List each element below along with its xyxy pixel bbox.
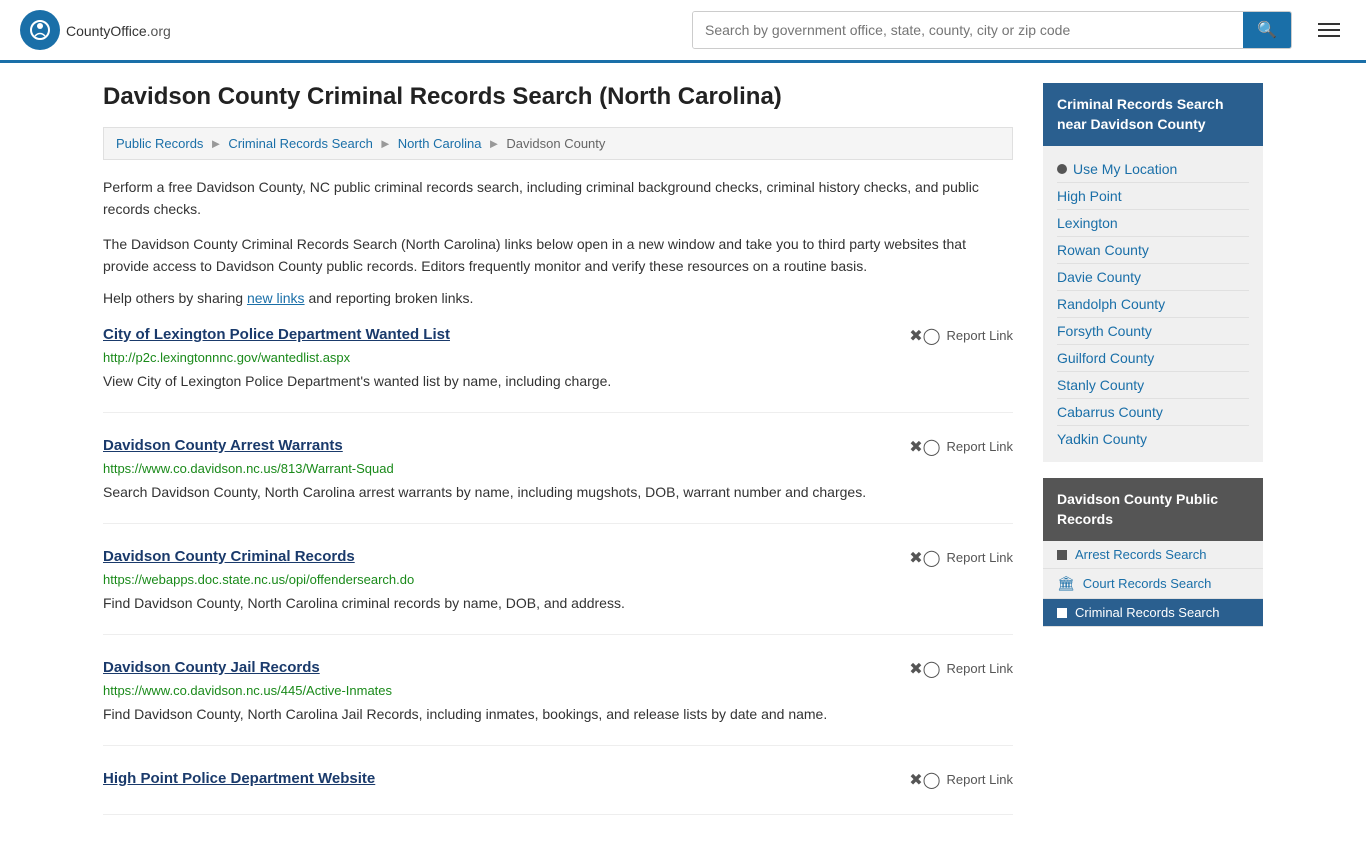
help-text: Help others by sharing new links and rep… xyxy=(103,290,1013,306)
result-title-row: Davidson County Criminal Records ✖◯ Repo… xyxy=(103,548,1013,568)
result-title-row: Davidson County Arrest Warrants ✖◯ Repor… xyxy=(103,437,1013,457)
report-icon: ✖◯ xyxy=(909,326,940,346)
report-link[interactable]: ✖◯ Report Link xyxy=(909,770,1013,790)
breadcrumb: Public Records ► Criminal Records Search… xyxy=(103,127,1013,160)
nearby-link[interactable]: Stanly County xyxy=(1057,372,1249,399)
results-list: City of Lexington Police Department Want… xyxy=(103,326,1013,815)
report-icon: ✖◯ xyxy=(909,659,940,679)
new-links-link[interactable]: new links xyxy=(247,290,305,306)
use-location-link[interactable]: Use My Location xyxy=(1073,161,1177,177)
sidebar: Criminal Records Search near Davidson Co… xyxy=(1043,83,1263,839)
page-title: Davidson County Criminal Records Search … xyxy=(103,83,1013,111)
breadcrumb-north-carolina[interactable]: North Carolina xyxy=(398,136,482,151)
report-link[interactable]: ✖◯ Report Link xyxy=(909,548,1013,568)
public-records-link[interactable]: 🏛Court Records Search xyxy=(1043,569,1263,599)
breadcrumb-criminal-records-search[interactable]: Criminal Records Search xyxy=(228,136,373,151)
criminal-sidebar-header: Criminal Records Search near Davidson Co… xyxy=(1043,83,1263,146)
report-link[interactable]: ✖◯ Report Link xyxy=(909,437,1013,457)
menu-button[interactable] xyxy=(1312,17,1346,43)
search-button[interactable]: 🔍 xyxy=(1243,12,1291,48)
result-item: Davidson County Arrest Warrants ✖◯ Repor… xyxy=(103,437,1013,524)
result-title-link[interactable]: Davidson County Arrest Warrants xyxy=(103,437,343,454)
search-input[interactable] xyxy=(693,12,1243,48)
report-icon: ✖◯ xyxy=(909,770,940,790)
result-url[interactable]: http://p2c.lexingtonnnc.gov/wantedlist.a… xyxy=(103,350,1013,365)
description-para2: The Davidson County Criminal Records Sea… xyxy=(103,233,1013,278)
nearby-link[interactable]: Lexington xyxy=(1057,210,1249,237)
result-description: View City of Lexington Police Department… xyxy=(103,371,1013,392)
result-title-link[interactable]: Davidson County Jail Records xyxy=(103,659,320,676)
public-records-sidebar-section: Davidson County Public Records Arrest Re… xyxy=(1043,478,1263,627)
result-url[interactable]: https://www.co.davidson.nc.us/445/Active… xyxy=(103,683,1013,698)
report-link[interactable]: ✖◯ Report Link xyxy=(909,659,1013,679)
logo-icon xyxy=(20,10,60,50)
nearby-link[interactable]: Rowan County xyxy=(1057,237,1249,264)
nearby-link[interactable]: Davie County xyxy=(1057,264,1249,291)
sidebar-nearby-links: Use My Location High PointLexingtonRowan… xyxy=(1043,146,1263,462)
description-para1: Perform a free Davidson County, NC publi… xyxy=(103,176,1013,221)
breadcrumb-current: Davidson County xyxy=(506,136,605,151)
result-item: Davidson County Jail Records ✖◯ Report L… xyxy=(103,659,1013,746)
nearby-link[interactable]: Yadkin County xyxy=(1057,426,1249,452)
result-title-link[interactable]: Davidson County Criminal Records xyxy=(103,548,355,565)
main-container: Davidson County Criminal Records Search … xyxy=(83,63,1283,859)
public-records-link[interactable]: Criminal Records Search xyxy=(1043,599,1263,627)
location-dot-icon xyxy=(1057,164,1067,174)
logo-link[interactable]: CountyOffice.org xyxy=(20,10,171,50)
content-area: Davidson County Criminal Records Search … xyxy=(103,83,1013,839)
criminal-records-icon xyxy=(1057,608,1067,618)
criminal-sidebar-section: Criminal Records Search near Davidson Co… xyxy=(1043,83,1263,462)
result-title-link[interactable]: City of Lexington Police Department Want… xyxy=(103,326,450,343)
nearby-link[interactable]: Cabarrus County xyxy=(1057,399,1249,426)
report-icon: ✖◯ xyxy=(909,437,940,457)
arrest-records-icon xyxy=(1057,550,1067,560)
result-title-link[interactable]: High Point Police Department Website xyxy=(103,770,375,787)
nearby-link[interactable]: High Point xyxy=(1057,183,1249,210)
use-location-row: Use My Location xyxy=(1057,156,1249,183)
breadcrumb-public-records[interactable]: Public Records xyxy=(116,136,203,151)
result-title-row: High Point Police Department Website ✖◯ … xyxy=(103,770,1013,790)
report-link[interactable]: ✖◯ Report Link xyxy=(909,326,1013,346)
court-records-icon: 🏛 xyxy=(1057,575,1075,592)
nearby-link[interactable]: Randolph County xyxy=(1057,291,1249,318)
nearby-link[interactable]: Guilford County xyxy=(1057,345,1249,372)
public-links-container: Arrest Records Search🏛Court Records Sear… xyxy=(1043,541,1263,627)
header: CountyOffice.org 🔍 xyxy=(0,0,1366,63)
nearby-links-container: High PointLexingtonRowan CountyDavie Cou… xyxy=(1057,183,1249,452)
menu-icon xyxy=(1318,23,1340,25)
result-url[interactable]: https://www.co.davidson.nc.us/813/Warran… xyxy=(103,461,1013,476)
report-icon: ✖◯ xyxy=(909,548,940,568)
result-url[interactable]: https://webapps.doc.state.nc.us/opi/offe… xyxy=(103,572,1013,587)
result-item: High Point Police Department Website ✖◯ … xyxy=(103,770,1013,815)
public-records-link[interactable]: Arrest Records Search xyxy=(1043,541,1263,569)
result-title-row: Davidson County Jail Records ✖◯ Report L… xyxy=(103,659,1013,679)
result-item: Davidson County Criminal Records ✖◯ Repo… xyxy=(103,548,1013,635)
result-description: Find Davidson County, North Carolina cri… xyxy=(103,593,1013,614)
nearby-link[interactable]: Forsyth County xyxy=(1057,318,1249,345)
result-description: Find Davidson County, North Carolina Jai… xyxy=(103,704,1013,725)
result-description: Search Davidson County, North Carolina a… xyxy=(103,482,1013,503)
logo-text: CountyOffice.org xyxy=(66,20,171,41)
result-title-row: City of Lexington Police Department Want… xyxy=(103,326,1013,346)
result-item: City of Lexington Police Department Want… xyxy=(103,326,1013,413)
search-bar: 🔍 xyxy=(692,11,1292,49)
public-records-header: Davidson County Public Records xyxy=(1043,478,1263,541)
